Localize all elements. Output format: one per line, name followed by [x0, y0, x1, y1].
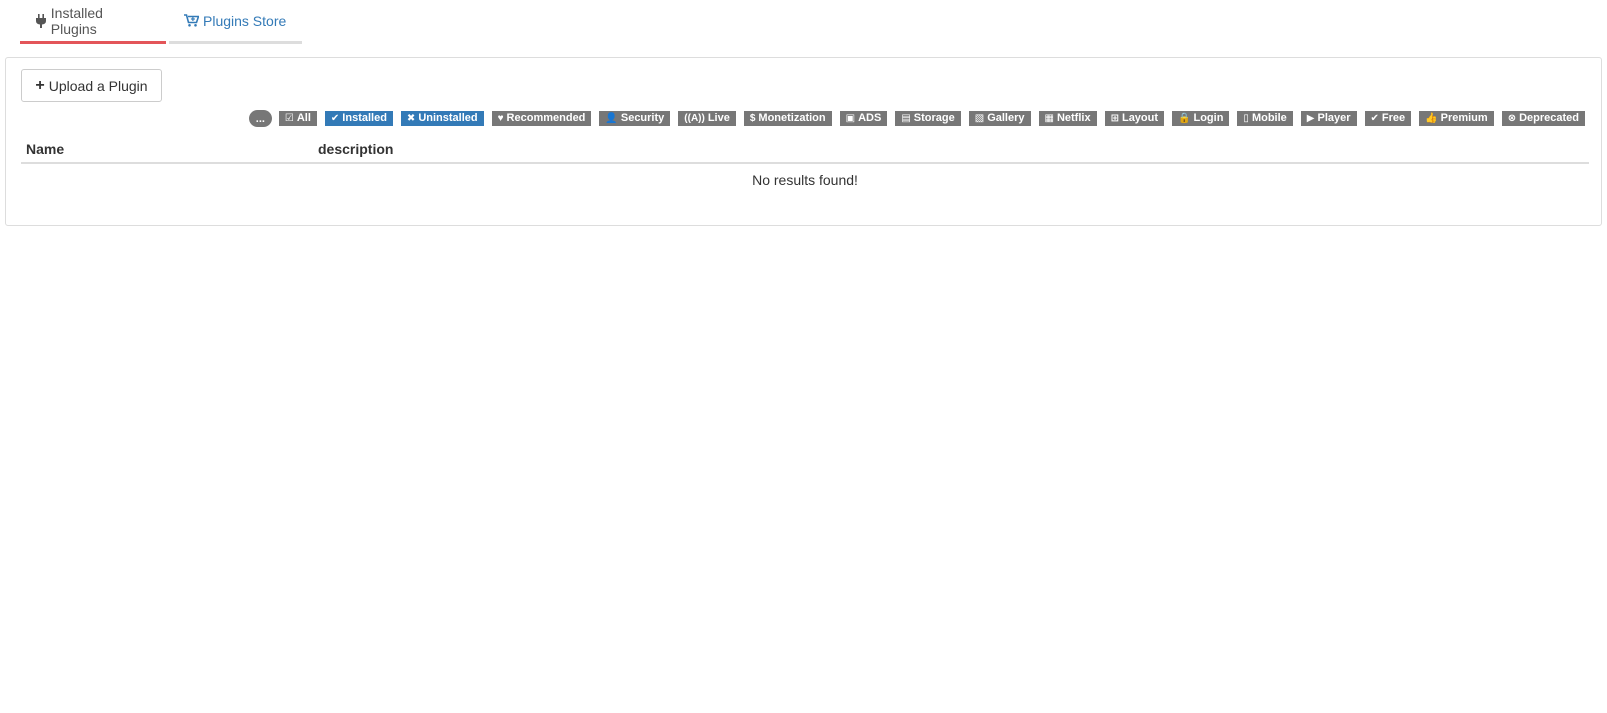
tab-plugins-store-label: Plugins Store — [203, 12, 287, 29]
times-icon: ✖ — [406, 112, 416, 124]
plugins-panel: + Upload a Plugin ... ☑ All ✔ Installed ✖ Uni… — [5, 57, 1602, 226]
times-circle-icon: ⊗ — [1507, 112, 1517, 124]
column-header-description[interactable]: description — [313, 136, 1589, 164]
filter-chip-player[interactable]: ▶ Player — [1300, 111, 1357, 126]
ad-icon: ▣ — [845, 112, 856, 124]
filter-chip-label: Netflix — [1056, 112, 1091, 124]
filter-chip-label: Gallery — [987, 112, 1025, 124]
plug-icon — [35, 13, 47, 28]
plugins-table: Name description No results found! — [21, 136, 1589, 196]
filter-chip-gallery[interactable]: ▧ Gallery — [968, 111, 1031, 126]
thumbs-up-icon: 👍 — [1425, 112, 1438, 124]
filter-chip-label: Login — [1193, 112, 1224, 124]
filter-bar: ... ☑ All ✔ Installed ✖ Uninstalled ♥ Recommend… — [248, 110, 1585, 127]
plugin-tabs: Installed Plugins Plugins Store — [20, 0, 302, 47]
sitemap-icon: ⊞ — [1110, 112, 1119, 124]
archive-icon: ▤ — [901, 112, 911, 124]
filter-chip-deprecated[interactable]: ⊗ Deprecated — [1501, 111, 1585, 126]
filter-chip-label: Uninstalled — [418, 112, 478, 124]
filter-chip-free[interactable]: ✔ Free — [1364, 111, 1412, 126]
tab-installed-plugins-label: Installed Plugins — [50, 4, 103, 37]
upload-plugin-button[interactable]: + Upload a Plugin — [21, 69, 162, 102]
heart-icon: ♥ — [497, 112, 504, 124]
no-results-message: No results found! — [752, 172, 858, 188]
mobile-icon: ▯ — [1243, 112, 1249, 124]
filter-chip-monetization[interactable]: $ Monetization — [743, 111, 832, 126]
filter-chip-recommended[interactable]: ♥ Recommended — [491, 111, 592, 126]
filter-chip-layout[interactable]: ⊞ Layout — [1104, 111, 1165, 126]
cart-icon — [184, 14, 199, 28]
filter-chip-label: Layout — [1121, 112, 1159, 124]
filter-chip-label: Premium — [1440, 112, 1488, 124]
more-filters-button[interactable]: ... — [248, 110, 272, 127]
filter-chip-label: ADS — [858, 112, 882, 124]
tab-plugins-store[interactable]: Plugins Store — [169, 0, 302, 44]
filter-chip-label: Player — [1317, 112, 1351, 124]
broadcast-icon: ((A)) — [684, 112, 705, 124]
filter-chip-label: All — [296, 112, 311, 124]
filter-chip-label: Recommended — [506, 112, 586, 124]
filter-chip-label: Live — [707, 112, 730, 124]
filter-chip-label: Deprecated — [1519, 112, 1579, 124]
lock-icon: 🔒 — [1178, 112, 1191, 124]
filter-chip-storage[interactable]: ▤ Storage — [895, 111, 961, 126]
user-lock-icon: 👤 — [605, 112, 618, 124]
check-icon: ✔ — [330, 112, 340, 124]
table-header-row: Name description — [21, 136, 1589, 164]
film-icon: ▦ — [1044, 112, 1054, 124]
filter-chip-login[interactable]: 🔒 Login — [1172, 111, 1230, 126]
filter-chip-label: Installed — [342, 112, 387, 124]
play-circle-icon: ▶ — [1306, 112, 1315, 124]
table-row: No results found! — [21, 163, 1589, 196]
filter-chip-all[interactable]: ☑ All — [278, 111, 317, 126]
check-icon: ✔ — [1370, 112, 1379, 124]
plus-icon: + — [35, 76, 45, 94]
filter-chip-uninstalled[interactable]: ✖ Uninstalled — [400, 111, 484, 126]
filter-chip-installed[interactable]: ✔ Installed — [324, 111, 393, 126]
filter-chip-mobile[interactable]: ▯ Mobile — [1237, 111, 1293, 126]
filter-chip-live[interactable]: ((A)) Live — [678, 111, 736, 126]
filter-chip-label: Storage — [913, 112, 955, 124]
filter-chips: ☑ All ✔ Installed ✖ Uninstalled ♥ Recommended 👤 S… — [278, 111, 1585, 126]
tab-installed-plugins[interactable]: Installed Plugins — [20, 0, 166, 44]
upload-plugin-label: Upload a Plugin — [48, 77, 148, 94]
filter-chip-netflix[interactable]: ▦ Netflix — [1038, 111, 1097, 126]
filter-chip-label: Monetization — [758, 112, 826, 124]
check-square-icon: ☑ — [284, 112, 294, 124]
filter-chip-premium[interactable]: 👍 Premium — [1419, 111, 1494, 126]
column-header-name[interactable]: Name — [21, 136, 313, 164]
filter-chip-ads[interactable]: ▣ ADS — [839, 111, 888, 126]
images-icon: ▧ — [974, 112, 985, 124]
filter-chip-label: Security — [620, 112, 665, 124]
filter-chip-security[interactable]: 👤 Security — [599, 111, 671, 126]
filter-chip-label: Mobile — [1251, 112, 1287, 124]
filter-chip-label: Free — [1381, 112, 1406, 124]
dollar-icon: $ — [749, 112, 756, 124]
